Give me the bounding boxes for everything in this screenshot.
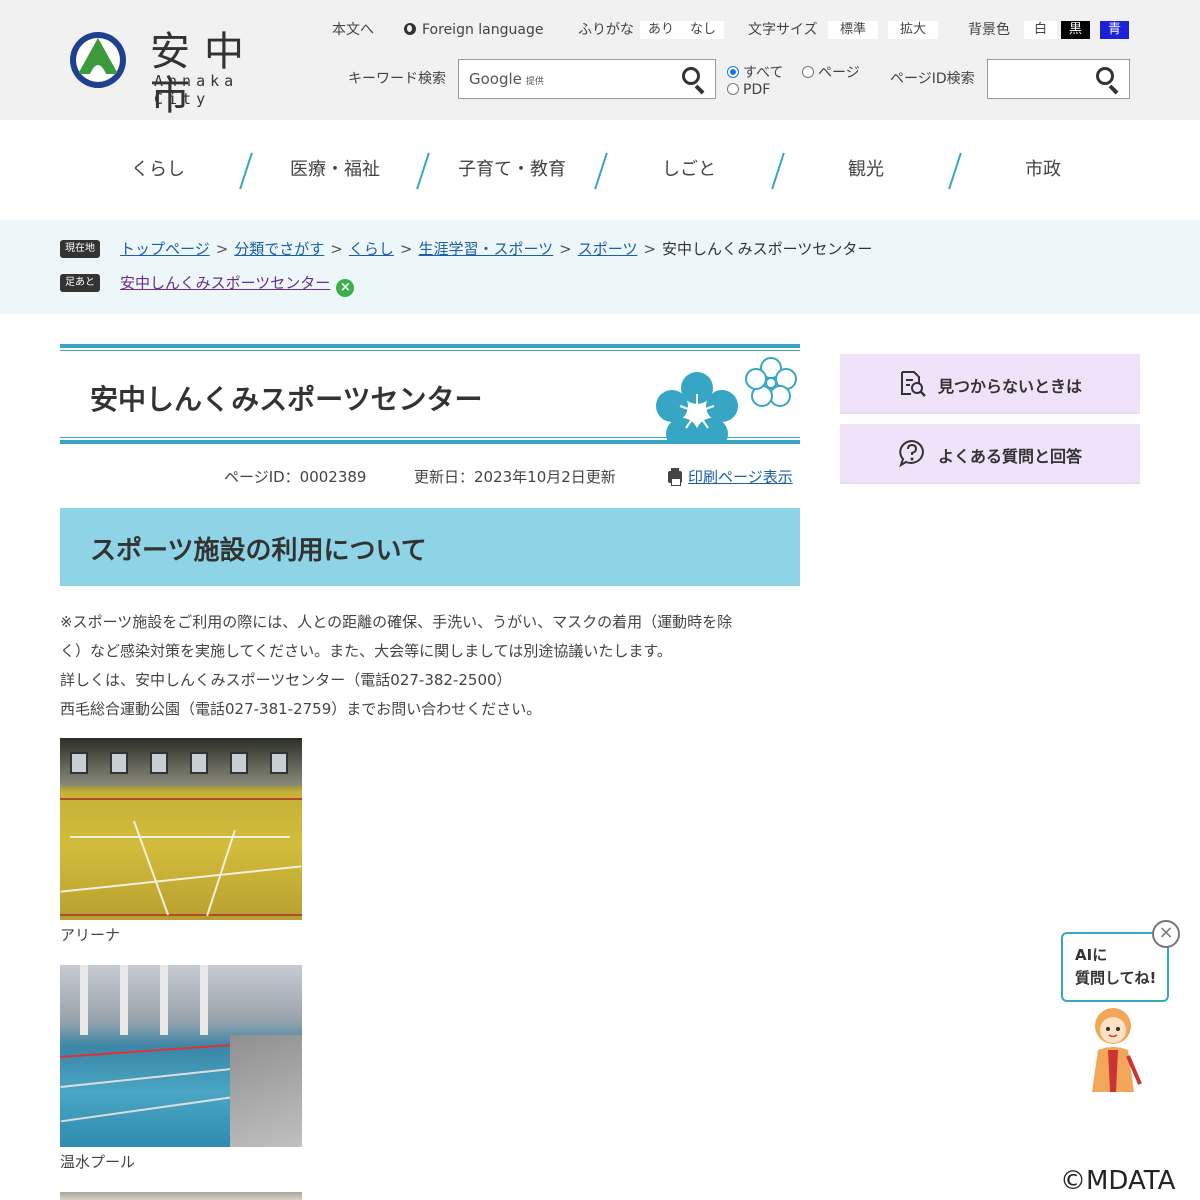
gnav-kurashi[interactable]: くらし bbox=[70, 150, 246, 190]
facility-photo bbox=[60, 1192, 302, 1200]
body-paragraph: ※スポーツ施設をご利用の際には、人との距離の確保、手洗い、うがい、マスクの着用（… bbox=[60, 608, 800, 724]
ai-chat-text: AIに質問してね! bbox=[1075, 944, 1156, 990]
close-icon[interactable]: × bbox=[336, 279, 355, 297]
print-page-label[interactable]: 印刷ページ表示 bbox=[688, 468, 793, 486]
city-emblem-icon bbox=[70, 32, 126, 88]
keyword-search-label: キーワード検索 bbox=[348, 71, 446, 87]
ai-chat-line: 質問してね! bbox=[1075, 969, 1157, 987]
bg-white-button[interactable]: 白 bbox=[1024, 21, 1058, 39]
font-large-button[interactable]: 拡大 bbox=[888, 21, 939, 39]
bg-blue-button[interactable]: 青 bbox=[1100, 21, 1130, 39]
scope-pdf-radio[interactable]: PDF bbox=[727, 82, 770, 98]
paragraph-line: 西毛総合運動公園（電話027-381-2759）までお問い合わせください。 bbox=[60, 700, 542, 718]
site-logo[interactable]: 安中市 Annaka City bbox=[68, 28, 308, 118]
search-icon[interactable] bbox=[681, 66, 707, 95]
search-icon[interactable] bbox=[1095, 66, 1121, 95]
chevron-right-icon: > bbox=[559, 240, 572, 258]
breadcrumb-link[interactable]: 分類でさがす bbox=[234, 240, 324, 258]
gnav-tourism[interactable]: 観光 bbox=[778, 150, 954, 190]
faq-button[interactable]: よくある質問と回答 bbox=[840, 424, 1140, 484]
scope-all-label: すべて bbox=[743, 65, 784, 81]
page-title-block: 安中しんくみスポーツセンター bbox=[60, 344, 800, 444]
photo-caption: アリーナ bbox=[60, 926, 121, 944]
mascot-character-icon[interactable] bbox=[1078, 1000, 1148, 1098]
radio-unchecked-icon bbox=[802, 66, 814, 78]
history-trail: 安中しんくみスポーツセンター × bbox=[120, 273, 355, 297]
radio-checked-icon bbox=[727, 66, 739, 78]
gnav-city-government[interactable]: 市政 bbox=[955, 150, 1131, 190]
breadcrumb-trail: トップページ > 分類でさがす > くらし > 生涯学習・スポーツ > スポーツ > 安中しんくみス… bbox=[120, 239, 872, 259]
ai-chat-line: AIに bbox=[1075, 946, 1108, 964]
history-link[interactable]: 安中しんくみスポーツセンター bbox=[120, 274, 330, 292]
skip-to-content-link[interactable]: 本文へ bbox=[332, 20, 374, 40]
google-text: Google bbox=[469, 70, 522, 88]
breadcrumb-link[interactable]: くらし bbox=[349, 240, 394, 258]
breadcrumb-link[interactable]: 生涯学習・スポーツ bbox=[418, 240, 553, 258]
print-page-link[interactable]: 印刷ページ表示 bbox=[668, 466, 793, 487]
close-icon[interactable]: × bbox=[1152, 920, 1180, 948]
faq-label: よくある質問と回答 bbox=[938, 447, 1083, 466]
paragraph-line: ※スポーツ施設をご利用の際には、人との距離の確保、手洗い、うがい、マスクの着用（… bbox=[60, 613, 733, 631]
furigana-label: ふりがな bbox=[578, 22, 634, 38]
scope-page-radio[interactable]: ページ bbox=[802, 62, 860, 82]
printer-icon bbox=[668, 468, 682, 486]
bg-black-button[interactable]: 黒 bbox=[1061, 21, 1091, 39]
logo-text-en: Annaka City bbox=[154, 72, 239, 108]
scope-page-label: ページ bbox=[818, 65, 860, 81]
document-search-icon bbox=[901, 371, 926, 397]
paragraph-line: 詳しくは、安中しんくみスポーツセンター（電話027-382-2500） bbox=[60, 671, 512, 689]
divider bbox=[60, 350, 800, 351]
furigana-off-button[interactable]: なし bbox=[682, 21, 725, 39]
pool-photo bbox=[60, 965, 302, 1147]
scope-pdf-label: PDF bbox=[743, 82, 771, 98]
furigana-on-button[interactable]: あり bbox=[640, 21, 683, 39]
current-location-tag: 現在地 bbox=[60, 240, 100, 258]
photo-caption: 温水プール bbox=[60, 1153, 136, 1171]
plum-blossom-icon bbox=[656, 372, 738, 440]
copyright-text: ©MDATA bbox=[1060, 1166, 1176, 1196]
gnav-work[interactable]: しごと bbox=[601, 150, 777, 190]
pageid-search-label: ページID検索 bbox=[890, 71, 975, 87]
chevron-right-icon: > bbox=[643, 240, 657, 258]
question-bubble-icon bbox=[899, 439, 924, 467]
ai-chat-bubble[interactable]: AIに質問してね! bbox=[1061, 932, 1169, 1002]
gnav-childcare-education[interactable]: 子育て・教育 bbox=[424, 150, 600, 190]
not-found-label: 見つからないときは bbox=[938, 377, 1083, 396]
history-tag: 足あと bbox=[60, 274, 100, 292]
scope-all-radio[interactable]: すべて bbox=[727, 62, 783, 82]
paragraph-line: く）など感染対策を実施してください。また、大会等に関しましては別途協議いたします… bbox=[60, 642, 672, 660]
arena-photo bbox=[60, 738, 302, 920]
chevron-right-icon: > bbox=[330, 240, 343, 258]
page-id: ページID：0002389 bbox=[224, 468, 367, 486]
breadcrumb-link[interactable]: スポーツ bbox=[578, 240, 638, 258]
page-title: 安中しんくみスポーツセンター bbox=[90, 383, 483, 416]
radio-unchecked-icon bbox=[727, 83, 739, 95]
foreign-language-link[interactable]: Foreign language bbox=[404, 20, 543, 40]
global-nav: くらし 医療・福祉 子育て・教育 しごと 観光 市政 bbox=[70, 150, 1130, 190]
gnav-medical-welfare[interactable]: 医療・福祉 bbox=[247, 150, 423, 190]
google-sub-text: 提供 bbox=[525, 77, 544, 87]
foreign-language-label: Foreign language bbox=[422, 22, 544, 38]
pageid-search-input[interactable] bbox=[987, 59, 1130, 99]
font-standard-button[interactable]: 標準 bbox=[828, 21, 879, 39]
chevron-right-icon: > bbox=[399, 240, 413, 258]
section-heading-block: スポーツ施設の利用について bbox=[60, 508, 800, 586]
updated-date: 更新日：2023年10月2日更新 bbox=[414, 468, 616, 486]
section-heading: スポーツ施設の利用について bbox=[90, 536, 427, 566]
font-size-label: 文字サイズ bbox=[748, 22, 818, 38]
globe-icon bbox=[404, 23, 416, 35]
chevron-right-icon: > bbox=[215, 240, 229, 258]
breadcrumb-link[interactable]: トップページ bbox=[120, 240, 210, 258]
google-branding: Google 提供 bbox=[469, 70, 544, 88]
plum-blossom-outline-icon bbox=[745, 357, 797, 407]
breadcrumb-current: 安中しんくみスポーツセンター bbox=[662, 240, 873, 258]
site-header: 安中市 Annaka City 本文へ Foreign language ふりが… bbox=[0, 0, 1200, 120]
breadcrumb: 現在地 トップページ > 分類でさがす > くらし > 生涯学習・スポーツ > スポーツ > 安中し… bbox=[0, 220, 1200, 314]
background-color-label: 背景色 bbox=[968, 22, 1010, 38]
not-found-button[interactable]: 見つからないときは bbox=[840, 354, 1140, 414]
keyword-search-input[interactable]: Google 提供 bbox=[458, 59, 716, 99]
